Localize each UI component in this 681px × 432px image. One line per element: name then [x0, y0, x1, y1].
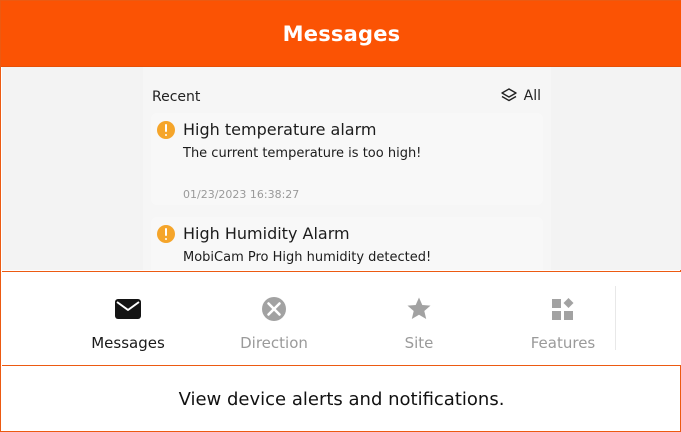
tab-label: Site	[404, 334, 434, 352]
features-grid-icon	[548, 294, 578, 324]
tab-features[interactable]: Features	[503, 272, 623, 365]
warning-icon	[157, 121, 175, 139]
message-title: High Humidity Alarm	[183, 224, 350, 243]
warning-icon	[157, 225, 175, 243]
messages-content[interactable]: Recent All High temperature alarm The cu…	[2, 67, 681, 270]
messages-panel: Recent All High temperature alarm The cu…	[143, 67, 551, 270]
message-body: The current temperature is too high!	[183, 146, 422, 161]
message-timestamp: 01/23/2023 16:38:27	[183, 188, 300, 201]
bottom-tab-bar: Messages Direction Site Features	[2, 271, 681, 366]
divider	[615, 286, 616, 350]
envelope-icon	[113, 294, 143, 324]
direction-icon	[259, 294, 289, 324]
tab-site[interactable]: Site	[359, 272, 479, 365]
recent-label: Recent	[152, 89, 201, 105]
tab-label: Direction	[240, 334, 308, 352]
tab-direction[interactable]: Direction	[214, 272, 334, 365]
message-body: MobiCam Pro High humidity detected!	[183, 250, 432, 265]
top-bar: Messages	[1, 1, 681, 67]
message-title: High temperature alarm	[183, 120, 377, 139]
layers-icon	[500, 88, 517, 102]
message-card[interactable]: High Humidity Alarm MobiCam Pro High hum…	[151, 217, 543, 270]
tab-label: Features	[530, 334, 596, 352]
filter-all-label: All	[523, 88, 541, 104]
tab-messages[interactable]: Messages	[68, 272, 188, 365]
caption-text: View device alerts and notifications.	[178, 389, 505, 410]
app-frame: Messages Recent All High temperature ala…	[0, 0, 681, 432]
filter-all-button[interactable]: All	[500, 87, 541, 105]
page-title: Messages	[282, 21, 401, 46]
tab-label: Messages	[91, 334, 165, 352]
star-icon	[404, 294, 434, 324]
message-card[interactable]: High temperature alarm The current tempe…	[151, 113, 543, 205]
